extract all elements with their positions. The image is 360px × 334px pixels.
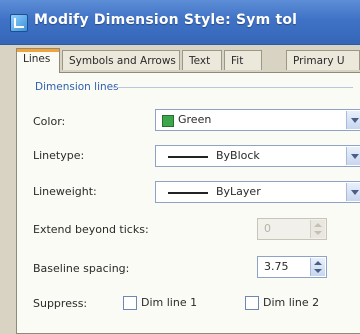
- baseline-spacing-spinner[interactable]: 3.75: [257, 256, 327, 278]
- spin-down-icon: [314, 231, 322, 235]
- dimension-style-icon: [10, 14, 28, 32]
- section-divider: [113, 87, 353, 88]
- spinner-buttons: [310, 220, 325, 238]
- extend-beyond-ticks-value: 0: [264, 222, 271, 235]
- dim-line-1-checkbox[interactable]: [123, 296, 137, 310]
- window-title: Modify Dimension Style: Sym tol: [34, 12, 298, 28]
- extend-beyond-ticks-spinner: 0: [257, 218, 327, 240]
- linetype-value: ByBlock: [216, 149, 260, 162]
- color-swatch: [162, 115, 174, 127]
- color-dropdown[interactable]: Green: [155, 109, 360, 131]
- dim-line-1-label: Dim line 1: [141, 296, 198, 309]
- tab-strip: Lines Symbols and Arrows Text Fit Primar…: [16, 48, 360, 73]
- linetype-label: Linetype:: [33, 149, 85, 162]
- chevron-down-icon[interactable]: [346, 183, 360, 201]
- dim-line-2-label: Dim line 2: [263, 296, 320, 309]
- tab-primary-units[interactable]: Primary U: [286, 50, 360, 70]
- title-bar: Modify Dimension Style: Sym tol: [0, 0, 360, 45]
- tab-fit[interactable]: Fit: [224, 50, 262, 70]
- line-sample: [168, 192, 208, 194]
- lineweight-dropdown[interactable]: ByLayer: [155, 181, 360, 203]
- baseline-spacing-label: Baseline spacing:: [33, 262, 130, 275]
- color-value: Green: [178, 113, 212, 126]
- lines-tab-panel: Dimension lines Color: Green Linetype: B…: [16, 72, 360, 334]
- spin-up-icon[interactable]: [314, 261, 322, 265]
- linetype-dropdown[interactable]: ByBlock: [155, 145, 360, 167]
- chevron-down-icon[interactable]: [346, 147, 360, 165]
- chevron-down-icon[interactable]: [346, 111, 360, 129]
- spinner-buttons[interactable]: [310, 258, 325, 276]
- tab-lines[interactable]: Lines: [16, 48, 60, 73]
- suppress-label: Suppress:: [33, 297, 88, 310]
- spin-down-icon[interactable]: [314, 269, 322, 273]
- color-label: Color:: [33, 115, 66, 128]
- extend-beyond-ticks-label: Extend beyond ticks:: [33, 223, 149, 236]
- section-title: Dimension lines: [35, 81, 119, 93]
- lineweight-value: ByLayer: [216, 185, 261, 198]
- tab-symbols-and-arrows[interactable]: Symbols and Arrows: [62, 50, 180, 70]
- tab-text[interactable]: Text: [182, 50, 222, 70]
- line-sample: [168, 156, 208, 158]
- spin-up-icon: [314, 223, 322, 227]
- dim-line-2-checkbox[interactable]: [245, 296, 259, 310]
- lineweight-label: Lineweight:: [33, 185, 97, 198]
- baseline-spacing-value[interactable]: 3.75: [264, 260, 289, 273]
